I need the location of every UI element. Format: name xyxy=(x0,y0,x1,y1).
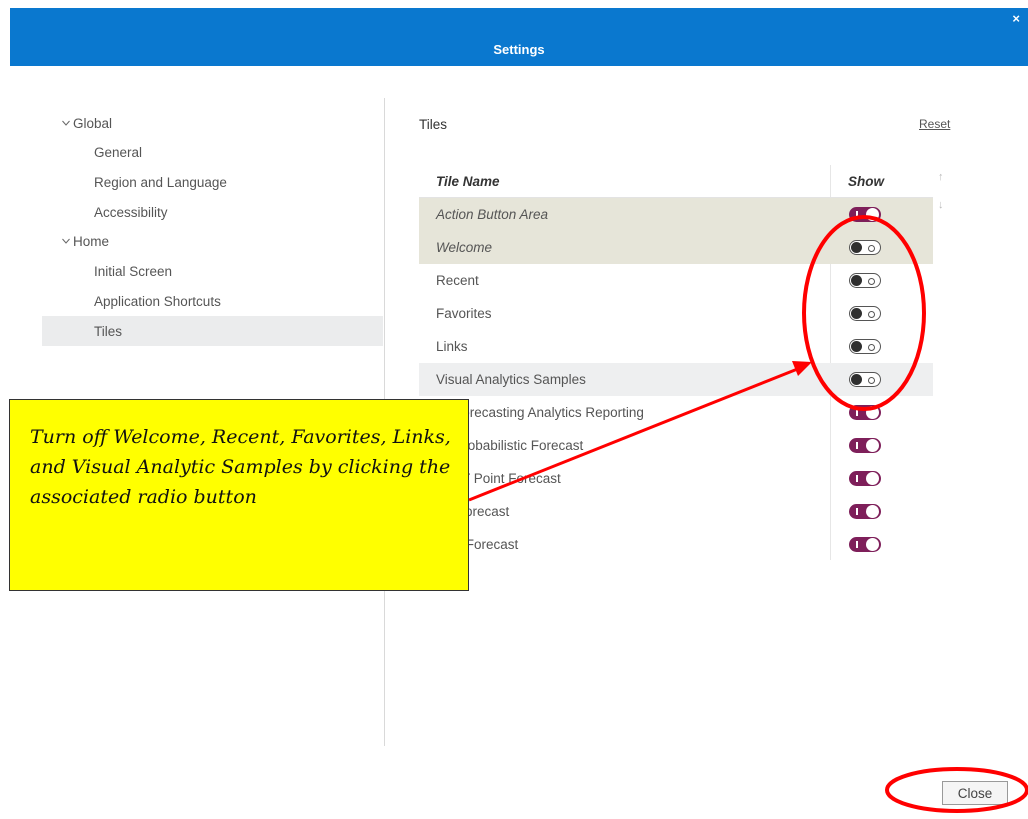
show-toggle[interactable] xyxy=(849,339,881,354)
nav-item-region-and-language[interactable]: Region and Language xyxy=(94,175,227,190)
move-down-icon[interactable]: ↓ xyxy=(938,199,944,211)
toggle-knob xyxy=(866,406,879,419)
nav-group-label: Home xyxy=(73,234,110,249)
show-toggle[interactable] xyxy=(849,306,881,321)
callout-text: Turn off Welcome, Recent, Favorites, Lin… xyxy=(30,426,451,508)
table-row: gy Forecasting Analytics Reporting xyxy=(419,396,933,429)
chevron-down-icon xyxy=(62,120,70,127)
tile-name: Action Button Area xyxy=(436,207,549,222)
column-header-show: Show xyxy=(848,174,884,189)
toggle-on-indicator xyxy=(856,508,858,515)
close-button[interactable]: Close xyxy=(942,781,1008,805)
table-row: Welcome xyxy=(419,231,933,264)
show-toggle[interactable] xyxy=(849,504,881,519)
toggle-knob xyxy=(851,374,862,385)
toggle-knob xyxy=(866,472,879,485)
table-row: Links xyxy=(419,330,933,363)
table-row: Recent xyxy=(419,264,933,297)
column-header-tile-name: Tile Name xyxy=(436,174,500,189)
close-icon[interactable]: × xyxy=(1012,11,1020,26)
toggle-knob xyxy=(851,275,862,286)
toggle-on-indicator xyxy=(856,541,858,548)
show-toggle[interactable] xyxy=(849,240,881,255)
toggle-on-indicator xyxy=(856,211,858,218)
toggle-off-indicator xyxy=(868,244,875,252)
nav-group-global[interactable]: Global xyxy=(62,116,112,131)
table-row: LT Probabilistic Forecast xyxy=(419,429,933,462)
toggle-off-indicator xyxy=(868,277,875,285)
table-row: ST Forecast xyxy=(419,495,933,528)
toggle-on-indicator xyxy=(856,475,858,482)
toggle-off-indicator xyxy=(868,376,875,384)
toggle-knob xyxy=(866,505,879,518)
reset-link[interactable]: Reset xyxy=(919,117,950,131)
toggle-knob xyxy=(866,208,879,221)
show-toggle[interactable] xyxy=(849,372,881,387)
nav-item-accessibility[interactable]: Accessibility xyxy=(94,205,168,220)
nav-group-label: Global xyxy=(73,116,113,131)
toggle-knob xyxy=(866,439,879,452)
nav-group-home[interactable]: Home xyxy=(62,234,109,249)
table-row: Favorites xyxy=(419,297,933,330)
nav-item-general[interactable]: General xyxy=(94,145,142,160)
toggle-knob xyxy=(851,308,862,319)
show-toggle[interactable] xyxy=(849,438,881,453)
toggle-knob xyxy=(866,538,879,551)
tile-name: Recent xyxy=(436,273,479,288)
show-toggle[interactable] xyxy=(849,471,881,486)
nav-item-application-shortcuts[interactable]: Application Shortcuts xyxy=(94,294,221,309)
tile-name: Welcome xyxy=(436,240,493,255)
show-toggle[interactable] xyxy=(849,405,881,420)
table-row: VST Forecast xyxy=(419,528,933,561)
toggle-off-indicator xyxy=(868,310,875,318)
nav-item-initial-screen[interactable]: Initial Screen xyxy=(94,264,172,279)
show-toggle[interactable] xyxy=(849,207,881,222)
table-row: Visual Analytics Samples xyxy=(419,363,933,396)
toggle-knob xyxy=(851,242,862,253)
toggle-off-indicator xyxy=(868,343,875,351)
toggle-on-indicator xyxy=(856,442,858,449)
section-title: Tiles xyxy=(419,117,448,132)
toggle-on-indicator xyxy=(856,409,858,416)
annotation-callout: Turn off Welcome, Recent, Favorites, Lin… xyxy=(9,399,469,591)
tile-name: Favorites xyxy=(436,306,492,321)
show-toggle[interactable] xyxy=(849,273,881,288)
dialog-header: Settings × xyxy=(10,8,1028,66)
nav-item-tiles[interactable]: Tiles xyxy=(94,324,122,339)
tile-name: Links xyxy=(436,339,468,354)
tile-name: Visual Analytics Samples xyxy=(436,372,586,387)
show-toggle[interactable] xyxy=(849,537,881,552)
move-up-icon[interactable]: ↑ xyxy=(938,171,944,183)
chevron-down-icon xyxy=(62,238,70,245)
table-row: Action Button Area xyxy=(419,198,933,231)
table-row: MTLT Point Forecast xyxy=(419,462,933,495)
toggle-knob xyxy=(851,341,862,352)
dialog-title: Settings xyxy=(493,42,545,57)
